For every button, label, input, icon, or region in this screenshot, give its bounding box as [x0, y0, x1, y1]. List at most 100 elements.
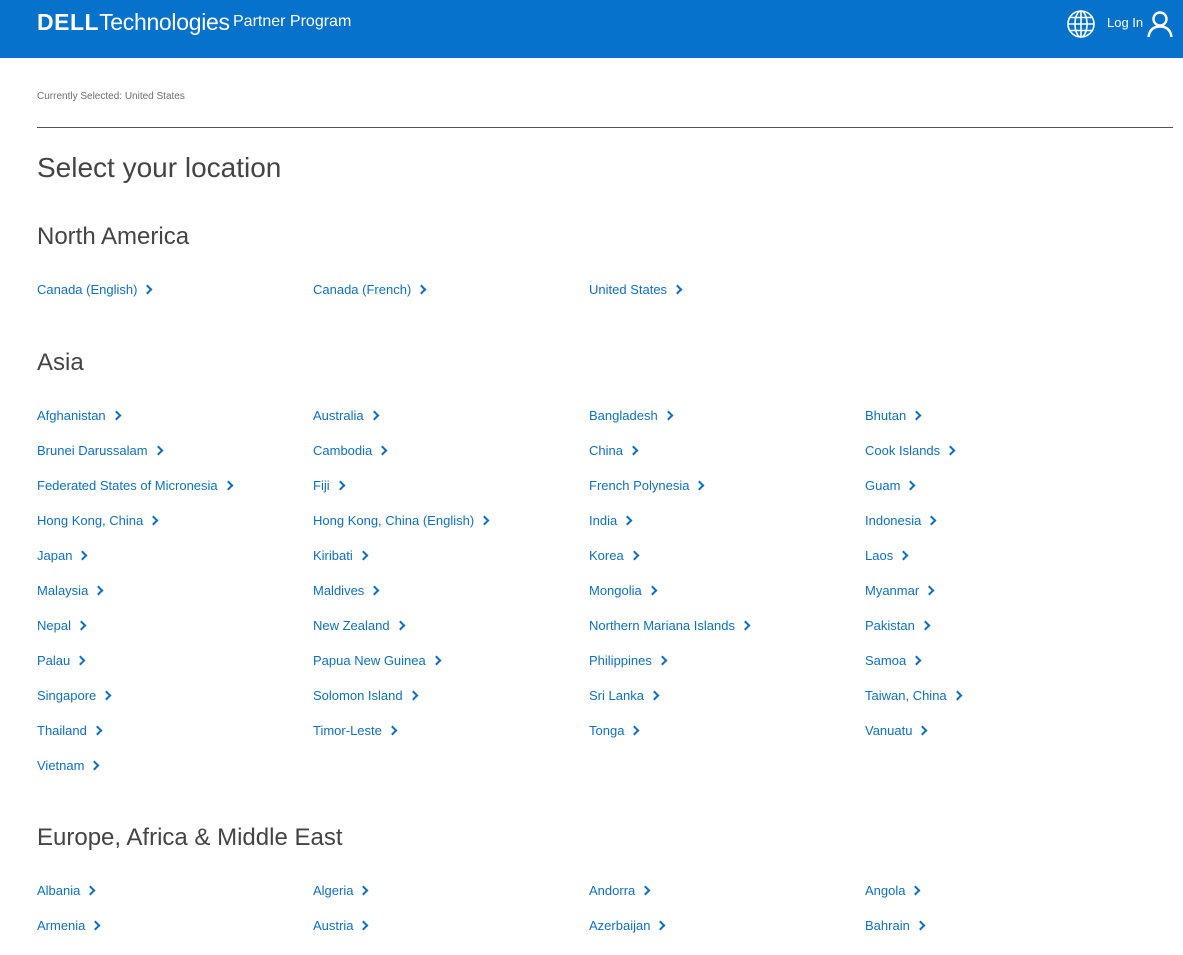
- location-link[interactable]: Canada (French): [313, 281, 589, 316]
- location-link[interactable]: New Zealand: [313, 617, 589, 652]
- location-label: Korea: [589, 548, 624, 563]
- location-link[interactable]: Andorra: [589, 882, 865, 917]
- chevron-right-icon: [77, 550, 88, 561]
- currently-selected-label: Currently Selected: United States: [37, 91, 185, 102]
- location-link[interactable]: Austria: [313, 917, 589, 952]
- location-link[interactable]: Pakistan: [865, 617, 1141, 652]
- globe-icon[interactable]: [1066, 9, 1096, 39]
- location-link[interactable]: Myanmar: [865, 582, 1141, 617]
- location-link[interactable]: Federated States of Micronesia: [37, 477, 313, 512]
- chevron-right-icon: [387, 725, 398, 736]
- location-label: Maldives: [313, 583, 365, 598]
- location-link[interactable]: United States: [589, 281, 865, 316]
- location-link[interactable]: Cambodia: [313, 442, 589, 477]
- location-link[interactable]: Taiwan, China: [865, 687, 1141, 722]
- chevron-right-icon: [92, 725, 103, 736]
- location-link[interactable]: Bangladesh: [589, 407, 865, 442]
- location-link[interactable]: French Polynesia: [589, 477, 865, 512]
- location-label: Bhutan: [865, 408, 907, 423]
- location-link[interactable]: Japan: [37, 547, 313, 582]
- location-link[interactable]: Malaysia: [37, 582, 313, 617]
- page-title: Select your location: [37, 152, 282, 183]
- location-link[interactable]: Samoa: [865, 652, 1141, 687]
- dell-technologies-logo[interactable]: DELLTechnologies: [37, 8, 230, 36]
- location-label: Australia: [313, 408, 364, 423]
- location-link[interactable]: Maldives: [313, 582, 589, 617]
- chevron-right-icon: [153, 445, 163, 456]
- location-link[interactable]: Papua New Guinea: [313, 652, 589, 687]
- location-label: Armenia: [37, 918, 86, 933]
- chevron-right-icon: [358, 550, 369, 561]
- divider-line: [37, 127, 1173, 128]
- location-link[interactable]: Palau: [37, 652, 313, 687]
- location-link[interactable]: Northern Mariana Islands: [589, 617, 865, 652]
- chevron-right-icon: [416, 284, 427, 295]
- chevron-right-icon: [628, 445, 639, 456]
- location-link[interactable]: Vietnam: [37, 757, 313, 792]
- location-link[interactable]: Singapore: [37, 687, 313, 722]
- location-label: Brunei Darussalam: [37, 443, 148, 458]
- login-link[interactable]: Log In: [1107, 14, 1143, 32]
- location-link[interactable]: Korea: [589, 547, 865, 582]
- location-link[interactable]: Armenia: [37, 917, 313, 952]
- location-link[interactable]: Timor-Leste: [313, 722, 589, 757]
- chevron-right-icon: [75, 655, 86, 666]
- location-link[interactable]: Thailand: [37, 722, 313, 757]
- location-link[interactable]: Cook Islands: [865, 442, 1141, 477]
- location-label: Laos: [865, 548, 894, 563]
- location-link[interactable]: Solomon Island: [313, 687, 589, 722]
- user-icon[interactable]: [1146, 10, 1174, 38]
- location-link[interactable]: Laos: [865, 547, 1141, 582]
- chevron-right-icon: [911, 410, 922, 421]
- location-link[interactable]: Guam: [865, 477, 1141, 512]
- location-list-north-america: Canada (English) Canada (French) United …: [37, 281, 1147, 316]
- location-link[interactable]: Bhutan: [865, 407, 1141, 442]
- location-link[interactable]: Hong Kong, China: [37, 512, 313, 547]
- location-label: United States: [589, 282, 668, 297]
- location-link[interactable]: Albania: [37, 882, 313, 917]
- location-link[interactable]: Nepal: [37, 617, 313, 652]
- location-link[interactable]: Angola: [865, 882, 1141, 917]
- location-link[interactable]: Algeria: [313, 882, 589, 917]
- location-link[interactable]: Kiribati: [313, 547, 589, 582]
- location-link[interactable]: Canada (English): [37, 281, 313, 316]
- location-label: Canada (French): [313, 282, 412, 297]
- location-label: Federated States of Micronesia: [37, 478, 218, 493]
- chevron-right-icon: [920, 620, 931, 631]
- top-header-bar: DELLTechnologies Partner Program Log In: [0, 0, 1183, 58]
- location-link[interactable]: Australia: [313, 407, 589, 442]
- location-link[interactable]: Hong Kong, China (English): [313, 512, 589, 547]
- location-label: Samoa: [865, 653, 907, 668]
- location-link[interactable]: Bahrain: [865, 917, 1141, 952]
- location-link[interactable]: Tonga: [589, 722, 865, 757]
- location-link[interactable]: Indonesia: [865, 512, 1141, 547]
- location-label: Nepal: [37, 618, 71, 633]
- location-link[interactable]: China: [589, 442, 865, 477]
- location-link[interactable]: Philippines: [589, 652, 865, 687]
- location-label: Algeria: [313, 883, 354, 898]
- location-label: Taiwan, China: [865, 688, 947, 703]
- chevron-right-icon: [924, 585, 935, 596]
- location-link[interactable]: Vanuatu: [865, 722, 1141, 757]
- location-link[interactable]: Azerbaijan: [589, 917, 865, 952]
- location-link[interactable]: Afghanistan: [37, 407, 313, 442]
- location-label: Cook Islands: [865, 443, 941, 458]
- location-label: Palau: [37, 653, 71, 668]
- location-link[interactable]: Fiji: [313, 477, 589, 512]
- chevron-right-icon: [85, 885, 96, 896]
- chevron-right-icon: [359, 885, 369, 896]
- chevron-right-icon: [223, 480, 234, 491]
- location-link[interactable]: Brunei Darussalam: [37, 442, 313, 477]
- location-link[interactable]: Sri Lanka: [589, 687, 865, 722]
- chevron-right-icon: [395, 620, 406, 631]
- location-link[interactable]: Mongolia: [589, 582, 865, 617]
- location-label: Myanmar: [865, 583, 920, 598]
- location-label: Guam: [865, 478, 901, 493]
- chevron-right-icon: [695, 480, 705, 491]
- location-link[interactable]: India: [589, 512, 865, 547]
- chevron-right-icon: [898, 550, 909, 561]
- chevron-right-icon: [369, 585, 380, 596]
- chevron-right-icon: [926, 515, 937, 526]
- location-label: Papua New Guinea: [313, 653, 426, 668]
- region-title-europe-africa-middle-east: Europe, Africa & Middle East: [37, 824, 343, 851]
